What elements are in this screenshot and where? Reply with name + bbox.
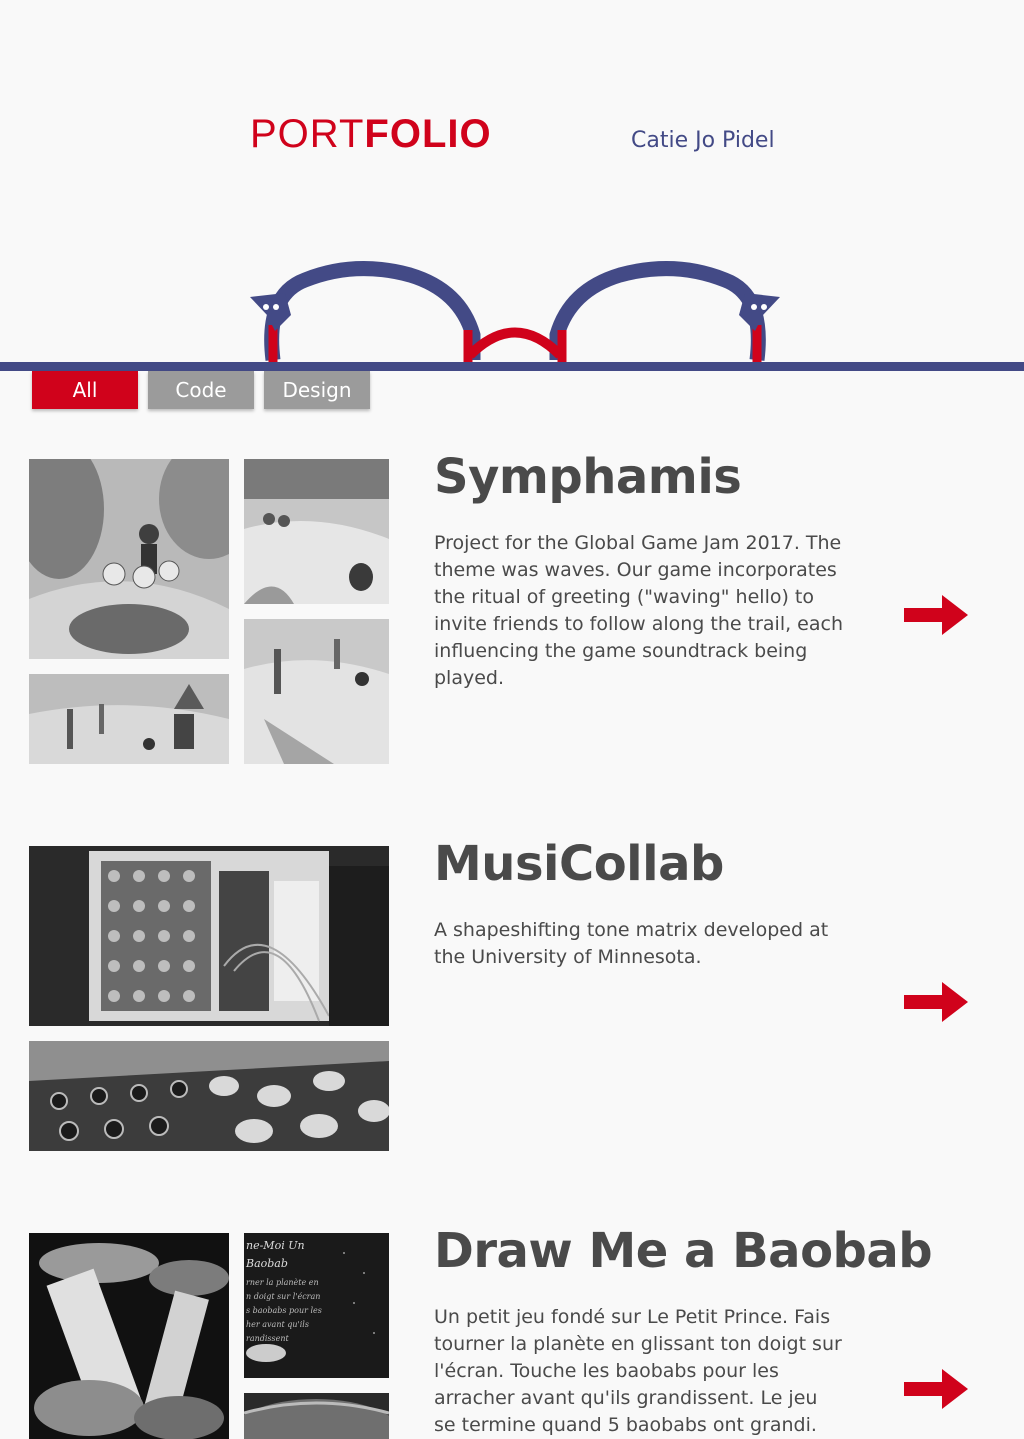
filter-design-button[interactable]: Design: [264, 371, 370, 409]
project-thumbnail[interactable]: [29, 1233, 229, 1439]
project-title[interactable]: Symphamis: [434, 449, 742, 505]
project-thumbnail[interactable]: ne-Moi Un Baobab rner la planète en n do…: [244, 1233, 389, 1378]
svg-text:her avant qu'ils: her avant qu'ils: [246, 1320, 309, 1329]
arrow-right-icon[interactable]: [904, 982, 968, 1022]
project-description: Un petit jeu fondé sur Le Petit Prince. …: [434, 1306, 842, 1436]
project-title[interactable]: Draw Me a Baobab: [434, 1223, 933, 1279]
project-description: A shapeshifting tone matrix developed at…: [434, 919, 829, 968]
arrow-right-icon[interactable]: [904, 595, 968, 635]
project-thumbnail[interactable]: [29, 674, 229, 764]
project-thumbnail[interactable]: [29, 846, 389, 1026]
svg-text:n doigt sur l'écran: n doigt sur l'écran: [246, 1292, 320, 1301]
svg-text:Baobab: Baobab: [245, 1257, 288, 1270]
project-thumbnail[interactable]: [244, 459, 389, 604]
filter-code-button[interactable]: Code: [148, 371, 254, 409]
arrow-right-icon[interactable]: [904, 1369, 968, 1409]
project-thumbnail[interactable]: [244, 619, 389, 764]
portfolio-logo[interactable]: PORTFOLIO: [250, 112, 492, 157]
project-thumbnail[interactable]: [29, 459, 229, 659]
svg-text:randissent: randissent: [246, 1334, 290, 1343]
glasses-illustration: [250, 261, 780, 363]
project-title[interactable]: MusiCollab: [434, 836, 724, 892]
project-description: Project for the Global Game Jam 2017. Th…: [434, 532, 843, 689]
svg-text:rner la planète en: rner la planète en: [246, 1278, 319, 1287]
svg-text:ne-Moi Un: ne-Moi Un: [246, 1239, 305, 1252]
project-thumbnail[interactable]: [244, 1393, 389, 1439]
header-divider: [0, 362, 1024, 371]
project-thumbnail[interactable]: [29, 1041, 389, 1151]
logo-prefix: PORT: [250, 112, 365, 156]
author-name: Catie Jo Pidel: [631, 128, 775, 153]
svg-text:s baobabs pour les: s baobabs pour les: [246, 1306, 322, 1315]
logo-suffix: FOLIO: [364, 112, 492, 156]
filter-all-button[interactable]: All: [32, 371, 138, 409]
